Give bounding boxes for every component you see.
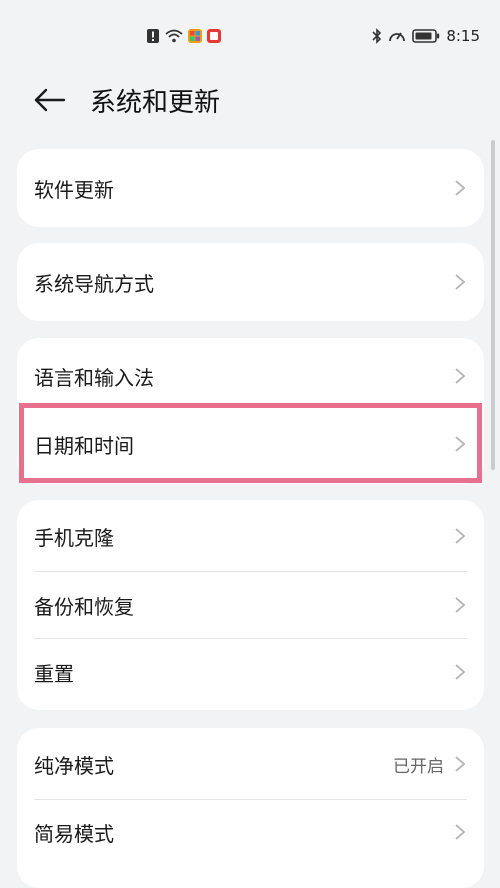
chevron-right-icon [455,756,466,772]
row-system-navigation[interactable]: 系统导航方式 [17,243,484,321]
chevron-right-icon [455,436,466,452]
row-simple-mode[interactable]: 简易模式 [17,800,484,864]
row-label: 备份和恢复 [34,594,134,619]
status-left-icons [146,28,221,44]
row-phone-clone[interactable]: 手机克隆 [17,500,484,572]
chevron-right-icon [455,368,466,384]
chevron-right-icon [455,180,466,196]
scrollbar[interactable] [491,140,495,470]
status-time: 8:15 [446,27,480,45]
row-label: 软件更新 [34,177,114,202]
wifi-icon [165,29,183,43]
chevron-right-icon [455,597,466,613]
row-pure-mode[interactable]: 纯净模式 已开启 [17,728,484,800]
row-label: 手机克隆 [34,525,114,550]
settings-group-language-time: 语言和输入法 日期和时间 [17,338,484,484]
page-title: 系统和更新 [90,88,221,118]
app-grid-icon [188,29,202,43]
row-label: 纯净模式 [34,753,114,778]
notification-alert-icon [147,29,159,43]
app-red-icon [207,29,221,43]
row-label: 简易模式 [34,821,114,846]
row-label: 重置 [34,661,74,686]
row-software-update[interactable]: 软件更新 [17,149,484,227]
row-label: 语言和输入法 [34,365,154,390]
settings-group-navigation: 系统导航方式 [17,243,484,321]
settings-group-modes: 纯净模式 已开启 简易模式 [17,728,484,888]
settings-group-backup: 手机克隆 备份和恢复 重置 [17,500,484,710]
settings-group-software: 软件更新 [17,149,484,227]
row-date-time[interactable]: 日期和时间 [17,408,484,480]
chevron-right-icon [455,664,466,680]
row-label: 日期和时间 [34,433,134,458]
pure-mode-status: 已开启 [393,756,444,777]
row-label: 系统导航方式 [34,271,154,296]
bluetooth-icon [372,28,382,44]
chevron-right-icon [455,528,466,544]
row-language-input[interactable]: 语言和输入法 [17,338,484,414]
status-bar: 8:15 [0,0,500,72]
chevron-right-icon [455,274,466,290]
chevron-right-icon [455,824,466,840]
row-backup-restore[interactable]: 备份和恢复 [17,572,484,638]
row-reset[interactable]: 重置 [17,638,484,706]
page-header: 系统和更新 [0,72,500,132]
battery-icon [412,29,440,43]
speedometer-icon [389,32,406,42]
status-right-icons: 8:15 [372,27,480,45]
arrow-left-icon[interactable] [32,84,68,116]
